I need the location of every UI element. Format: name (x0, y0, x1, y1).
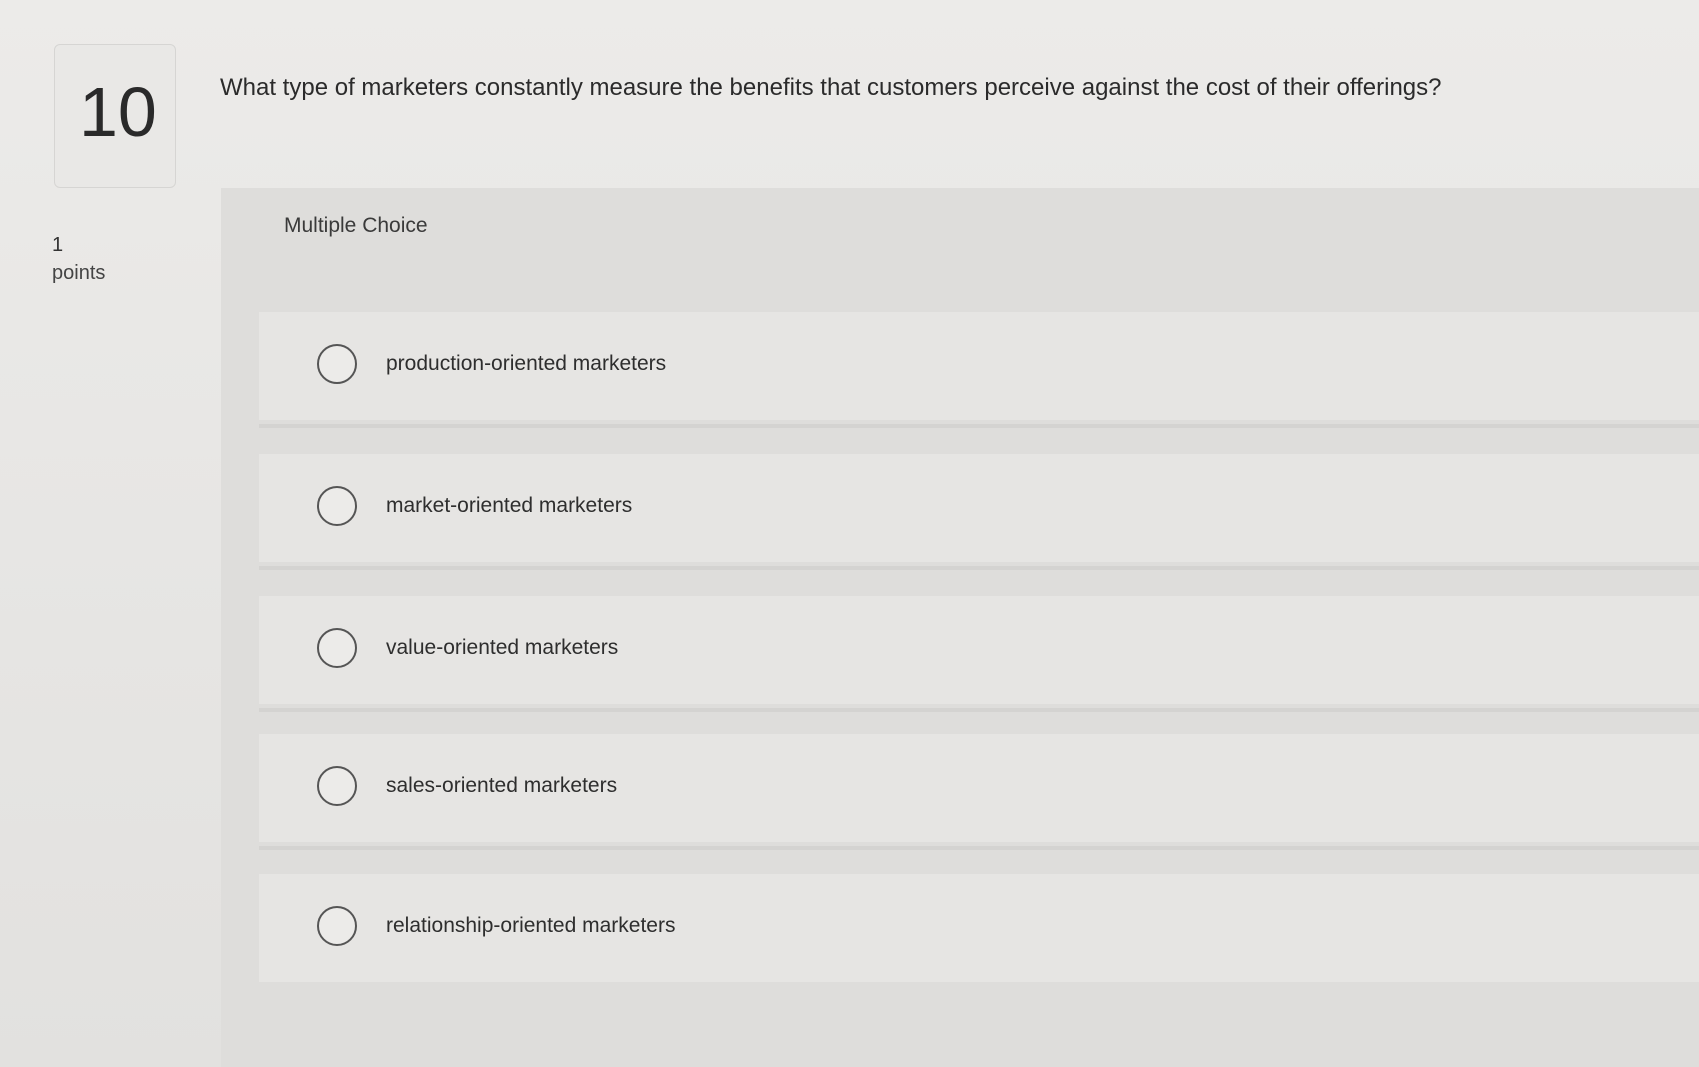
quiz-page: 10 1 points What type of marketers const… (0, 0, 1699, 1067)
radio-button-icon[interactable] (317, 906, 357, 946)
option-divider (259, 424, 1699, 428)
radio-button-icon[interactable] (317, 766, 357, 806)
answer-option-label: value-oriented marketers (386, 636, 619, 659)
option-divider (259, 846, 1699, 850)
answer-option[interactable]: value-oriented marketers (259, 596, 1699, 704)
radio-button-icon[interactable] (317, 344, 357, 384)
panel-header: Multiple Choice (221, 188, 1699, 270)
answer-panel: Multiple Choice production-oriented mark… (221, 188, 1699, 1067)
answer-option[interactable]: sales-oriented marketers (259, 734, 1699, 842)
answer-option-label: market-oriented marketers (386, 494, 633, 517)
answer-option[interactable]: production-oriented marketers (259, 312, 1699, 420)
question-number: 10 (79, 73, 157, 151)
radio-button-icon[interactable] (317, 628, 357, 668)
option-divider (259, 708, 1699, 712)
points-value: 1 (52, 234, 64, 256)
radio-button-icon[interactable] (317, 486, 357, 526)
question-text: What type of marketers constantly measur… (220, 74, 1442, 101)
answer-option[interactable]: relationship-oriented marketers (259, 874, 1699, 982)
points-label: points (52, 262, 106, 284)
question-type-label: Multiple Choice (284, 214, 428, 237)
question-number-box: 10 (54, 44, 176, 188)
answer-option-label: relationship-oriented marketers (386, 914, 676, 937)
answer-option-label: sales-oriented marketers (386, 774, 618, 797)
option-divider (259, 566, 1699, 570)
answer-option-label: production-oriented marketers (386, 352, 667, 375)
answer-option[interactable]: market-oriented marketers (259, 454, 1699, 562)
